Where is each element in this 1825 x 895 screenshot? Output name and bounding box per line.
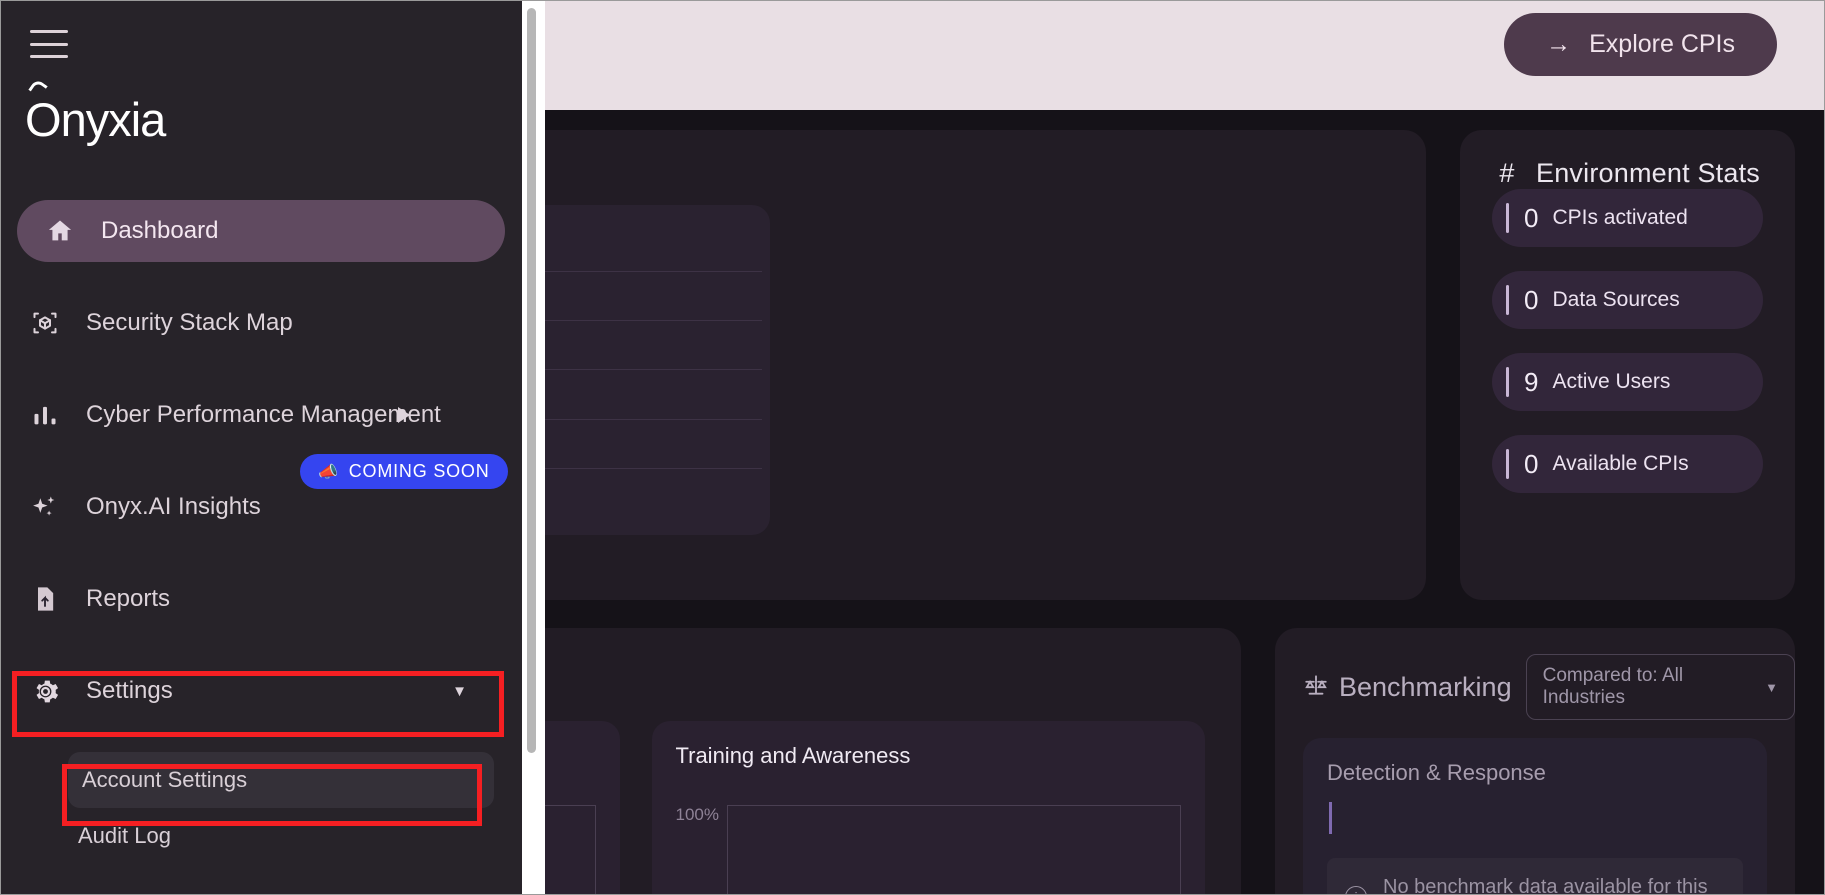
benchmarking-body: Detection & Response i No benchmark data… (1303, 738, 1767, 895)
explore-cpis-button[interactable]: → Explore CPIs (1504, 12, 1777, 76)
cube-scan-icon (30, 308, 60, 338)
environment-stats-title-row: # Environment Stats (1460, 130, 1795, 189)
stat-label: Data Sources (1552, 288, 1680, 311)
trend-mini-card: Training and Awareness 100% (651, 721, 1205, 895)
hamburger-line (30, 30, 68, 33)
logo-text: nyxia (60, 93, 167, 146)
stat-label: Active Users (1552, 370, 1671, 393)
sidebar-item-settings[interactable]: Settings ▼ (0, 660, 522, 722)
arrow-right-icon: → (1546, 29, 1572, 58)
chevron-right-icon (398, 407, 410, 423)
benchmark-empty-notice: i No benchmark data available for this C… (1327, 858, 1743, 895)
gear-icon (30, 676, 60, 706)
home-icon (45, 216, 75, 246)
megaphone-icon: 📣 (318, 463, 339, 481)
trend-card-name: Training and Awareness (675, 743, 911, 768)
hash-icon: # (1499, 158, 1515, 188)
trend-plot-area (726, 805, 1181, 895)
scales-icon (1303, 672, 1329, 703)
sidebar-item-dashboard[interactable]: Dashboard (17, 200, 505, 262)
compare-to-value: Compared to: All Industries (1542, 665, 1684, 708)
info-icon: i (1345, 886, 1367, 895)
stat-value: 0 (1524, 202, 1539, 233)
benchmark-category-label: Detection & Response (1327, 760, 1546, 785)
hamburger-menu-icon[interactable] (30, 30, 68, 58)
bar-chart-icon (30, 400, 60, 430)
sidebar-subitem-account-settings[interactable]: Account Settings (68, 752, 494, 808)
sidebar-item-label: Security Stack Map (86, 309, 293, 336)
logo-o-mark: O (25, 78, 62, 147)
sidebar-subitem-label: Account Settings (82, 767, 248, 792)
file-upload-icon (30, 584, 60, 614)
sidebar-item-label: Dashboard (101, 217, 219, 244)
benchmarking-card: Benchmarking Compared to: All Industries… (1275, 628, 1795, 895)
stat-item: 0 Data Sources (1492, 271, 1763, 329)
stat-value: 0 (1524, 448, 1539, 479)
sidebar-item-label: Cyber Performance Management (86, 401, 441, 428)
hamburger-line (30, 42, 68, 46)
sidebar-item-label: Reports (86, 585, 171, 612)
sparkles-icon (30, 492, 60, 522)
sidebar-item-onyx-ai-insights[interactable]: Onyx.AI Insights 📣 COMING SOON (0, 454, 522, 538)
environment-stats-card: # Environment Stats 0 CPIs activated 0 D… (1460, 130, 1795, 600)
coming-soon-label: COMING SOON (348, 461, 490, 481)
sidebar-subitem-label: Audit Log (78, 823, 171, 848)
stat-label: Available CPIs (1552, 452, 1689, 475)
benchmarking-header: Benchmarking Compared to: All Industries… (1275, 628, 1795, 720)
compare-to-select[interactable]: Compared to: All Industries ▼ (1525, 654, 1795, 720)
logo-first-letter: O (25, 93, 62, 146)
trend-axis-label: 100% (675, 805, 719, 824)
benchmark-notice-text: No benchmark data available for this CPI… (1383, 876, 1708, 895)
sidebar-item-security-stack-map[interactable]: Security Stack Map (0, 292, 522, 354)
stat-item: 0 Available CPIs (1492, 435, 1763, 493)
stat-label: CPIs activated (1552, 206, 1688, 229)
trend-mini-chart: 100% (675, 805, 1181, 895)
benchmark-bar (1329, 802, 1332, 834)
sidebar-item-cyber-performance-management[interactable]: Cyber Performance Management (0, 384, 522, 446)
sidebar-scrollbar[interactable] (527, 8, 536, 753)
hamburger-line (30, 55, 68, 58)
coming-soon-badge: 📣 COMING SOON (300, 454, 508, 489)
sidebar-nav: Dashboard Security Stack Map Cyber Perfo… (0, 200, 522, 864)
sidebar-item-reports[interactable]: Reports (0, 568, 522, 630)
sidebar-panel: O nyxia Dashboard Security Stack Map Cyb… (0, 0, 522, 895)
sidebar-item-label: Settings (86, 677, 173, 704)
explore-cpis-label: Explore CPIs (1589, 29, 1735, 58)
chevron-down-icon: ▼ (452, 682, 467, 700)
environment-stats-title: Environment Stats (1536, 158, 1761, 188)
sidebar-item-label: Onyx.AI Insights (86, 493, 261, 520)
stat-item: 9 Active Users (1492, 353, 1763, 411)
screenshot-root: a CPI → Explore CPIs Category Performanc… (0, 0, 1825, 895)
stat-value: 0 (1524, 284, 1539, 315)
stat-item: 0 CPIs activated (1492, 189, 1763, 247)
stat-value: 9 (1524, 366, 1539, 397)
sidebar-subitem-audit-log[interactable]: Audit Log (0, 808, 522, 864)
chevron-down-icon: ▼ (1765, 679, 1778, 695)
benchmarking-title: Benchmarking (1339, 671, 1512, 702)
onyxia-logo: O nyxia (25, 78, 167, 147)
